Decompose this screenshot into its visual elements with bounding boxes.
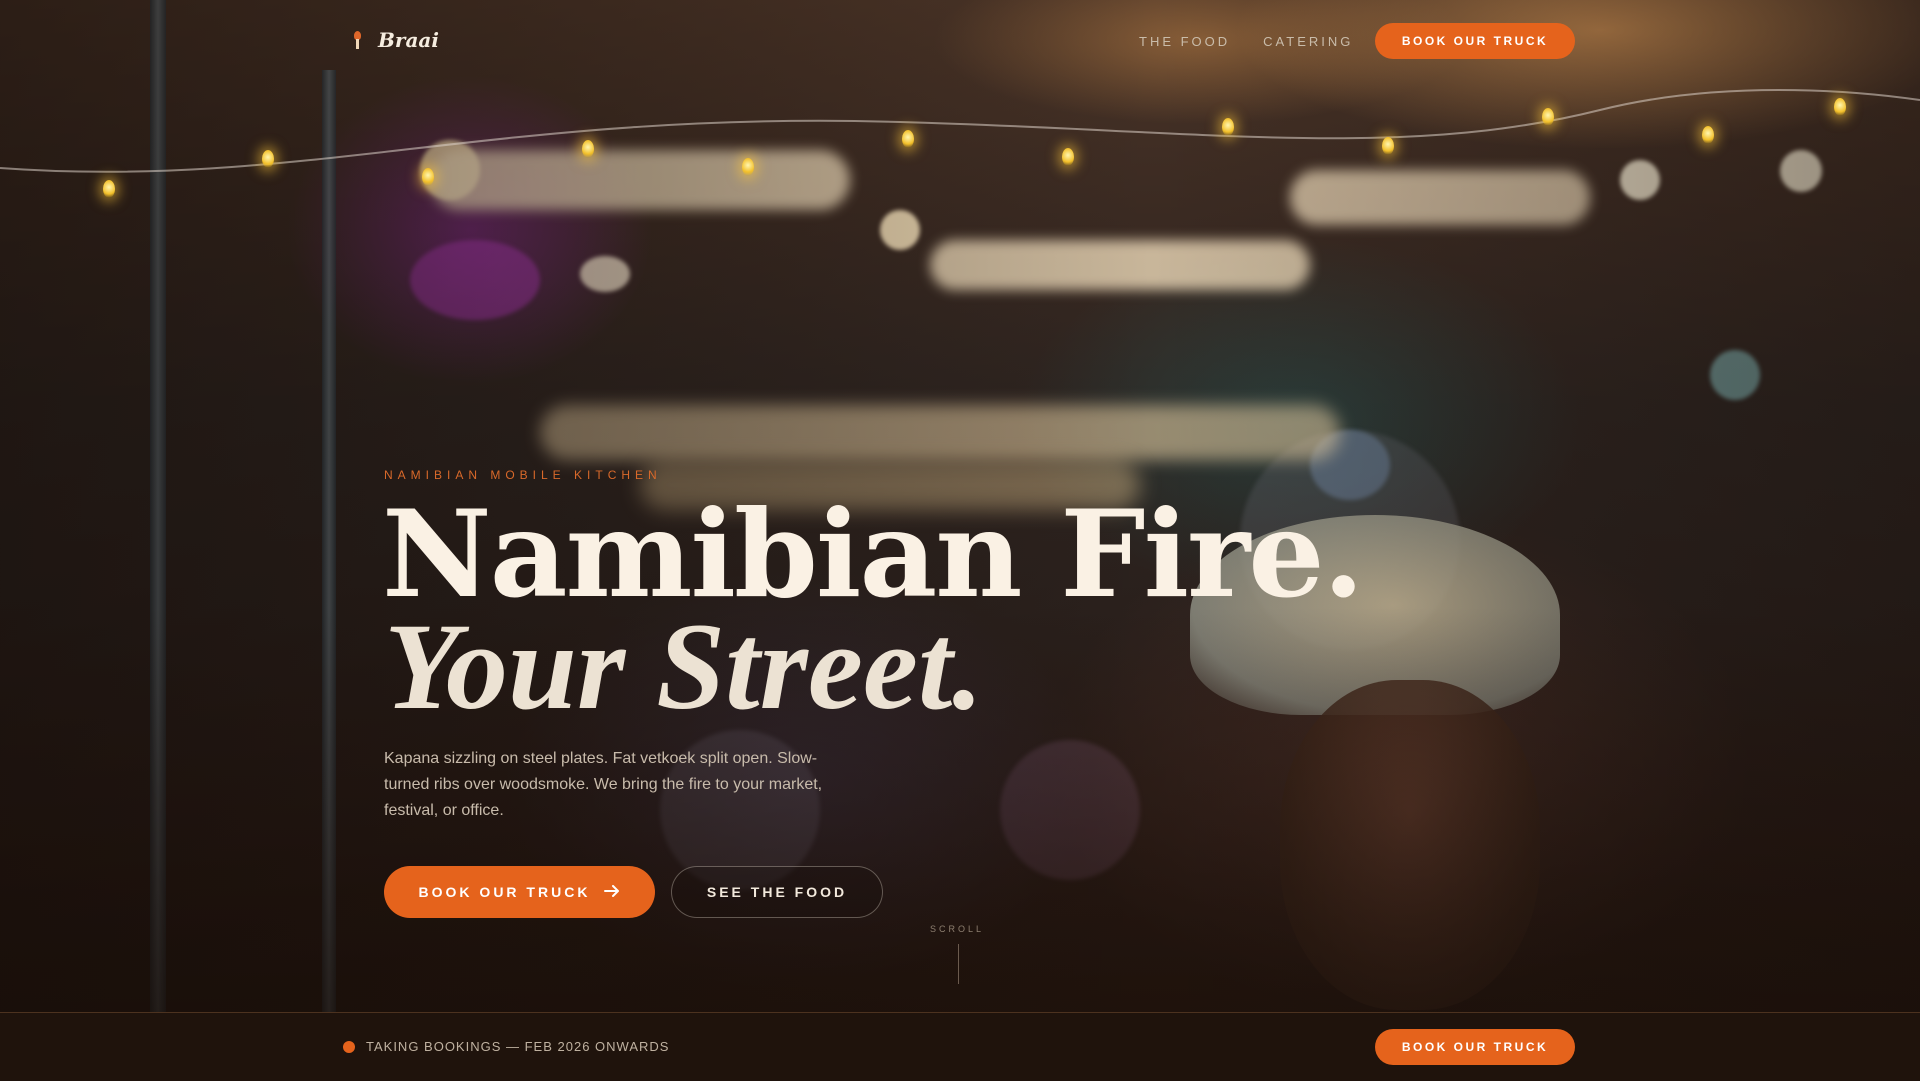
nav-link-the-food[interactable]: THE FOOD <box>1139 34 1230 49</box>
top-navigation: Braai THE FOOD CATERING BOOK OUR TRUCK <box>0 0 1920 84</box>
nav-link-catering[interactable]: CATERING <box>1263 34 1353 49</box>
brand-name: Braai <box>378 28 439 52</box>
string-light-bulb <box>1222 118 1234 136</box>
bottom-booking-bar: TAKING BOOKINGS — FEB 2026 ONWARDS BOOK … <box>0 1012 1920 1081</box>
string-lights-wire <box>0 89 1920 173</box>
string-light-bulb <box>103 180 115 198</box>
booking-status-text: TAKING BOOKINGS — FEB 2026 ONWARDS <box>366 1039 670 1054</box>
string-light-bulb <box>1834 98 1846 116</box>
headline-line-2: Your Street. <box>384 598 984 735</box>
skewer-flame-icon <box>352 31 362 49</box>
string-light-bulb <box>422 168 434 186</box>
string-light-bulb <box>262 150 274 168</box>
string-light-bulb <box>1542 108 1554 126</box>
hero-eyebrow: NAMIBIAN MOBILE KITCHEN <box>384 468 662 482</box>
string-light-bulb <box>582 140 594 158</box>
string-light-bulb <box>1062 148 1074 166</box>
bottom-book-truck-button[interactable]: BOOK OUR TRUCK <box>1375 1029 1575 1065</box>
see-food-button[interactable]: SEE THE FOOD <box>671 866 883 918</box>
brand-logo[interactable]: Braai <box>352 28 439 52</box>
string-light-bulb <box>742 158 754 176</box>
string-light-bulb <box>902 130 914 148</box>
book-truck-button[interactable]: BOOK OUR TRUCK <box>384 866 655 918</box>
scroll-hint: SCROLL <box>930 924 985 934</box>
status-dot <box>343 1041 355 1053</box>
hero-description: Kapana sizzling on steel plates. Fat vet… <box>384 750 823 819</box>
string-light-bulb <box>1702 126 1714 144</box>
string-light-bulb <box>1382 137 1394 155</box>
nav-book-truck-button[interactable]: BOOK OUR TRUCK <box>1375 23 1575 59</box>
scroll-indicator-line <box>958 944 959 984</box>
book-truck-label: BOOK OUR TRUCK <box>418 884 591 900</box>
arrow-right-icon <box>604 884 620 900</box>
nav-links: THE FOOD CATERING <box>1139 34 1353 49</box>
